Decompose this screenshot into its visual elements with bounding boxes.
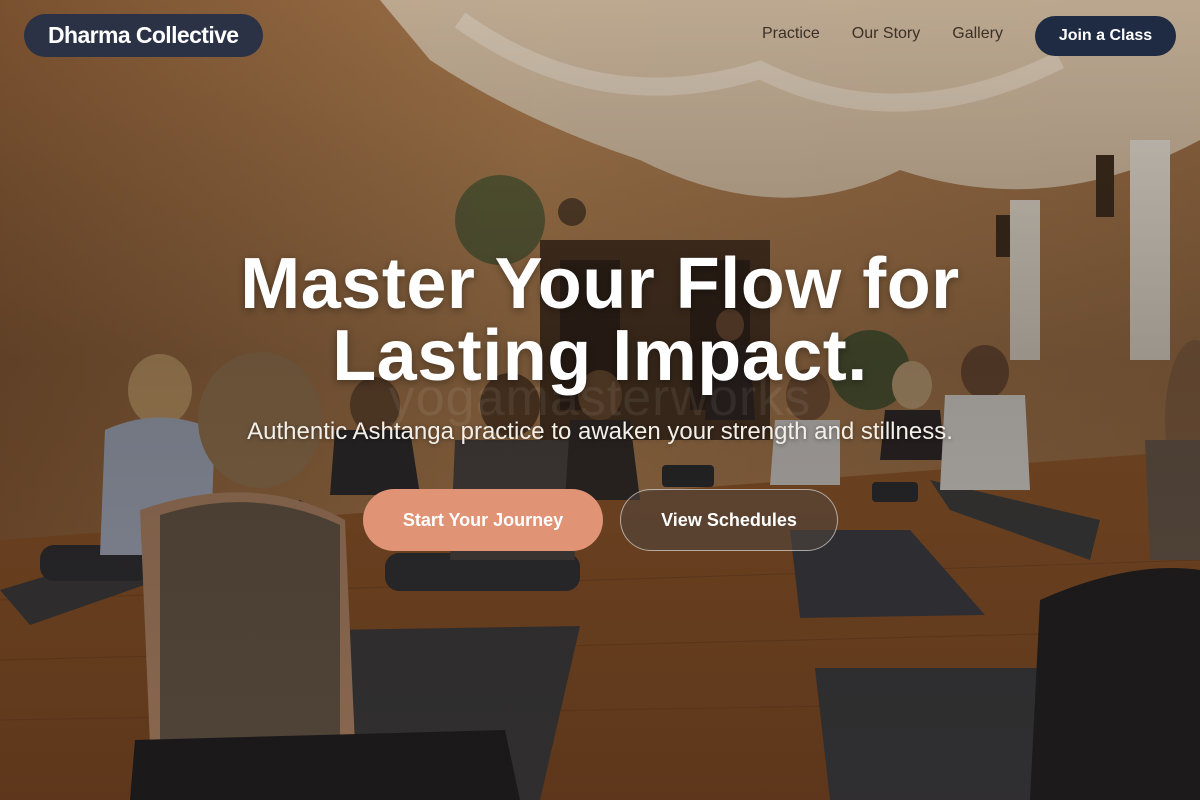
nav-link-practice[interactable]: Practice (762, 25, 820, 43)
nav-link-our-story[interactable]: Our Story (852, 25, 920, 43)
hero-headline: Master Your Flow for Lasting Impact. (0, 248, 1200, 392)
hero-section: Master Your Flow for Lasting Impact. Aut… (0, 248, 1200, 446)
nav-link-gallery[interactable]: Gallery (952, 25, 1003, 43)
hero-headline-line-1: Master Your Flow for (240, 244, 960, 324)
hero-actions: Start Your Journey View Schedules (363, 489, 838, 551)
view-schedules-button[interactable]: View Schedules (620, 489, 838, 551)
start-journey-button[interactable]: Start Your Journey (363, 489, 603, 551)
brand-logo[interactable]: Dharma Collective (24, 14, 263, 57)
main-nav: Practice Our Story Gallery (762, 25, 1003, 43)
hero-subtitle: Authentic Ashtanga practice to awaken yo… (247, 418, 953, 445)
join-class-button[interactable]: Join a Class (1035, 16, 1176, 56)
hero-headline-line-2: Lasting Impact. (332, 316, 868, 396)
